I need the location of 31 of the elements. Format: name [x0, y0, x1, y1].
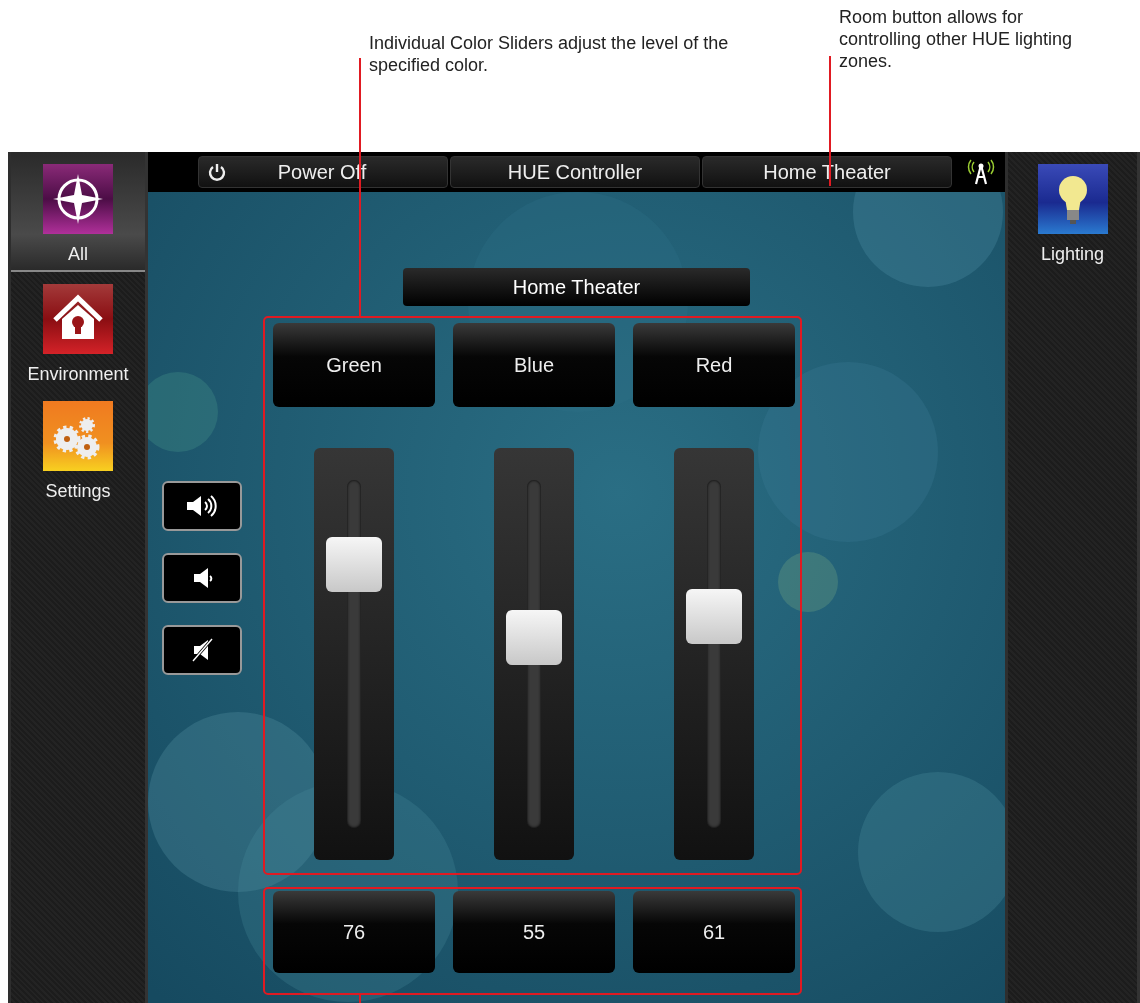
sidebar-item[interactable]: Environment [11, 272, 145, 389]
sidebar-label: Settings [45, 481, 111, 502]
house-icon [43, 284, 113, 354]
annotation-text: Individual Color Sliders adjust the level of the specified color. [369, 32, 730, 76]
value-display: 55 [453, 891, 615, 973]
slider-thumb[interactable] [506, 609, 562, 665]
light-bulb-icon [1037, 164, 1108, 234]
annotation-text: Room button allows for controlling other HUE lighting zones. [839, 6, 1074, 72]
color-button[interactable]: Green [273, 323, 435, 407]
volume-down-button[interactable] [162, 553, 242, 603]
color-button[interactable]: Red [633, 323, 795, 407]
speaker-loud-icon [185, 494, 219, 518]
volume-up-button[interactable] [162, 481, 242, 531]
app-title: HUE Controller [450, 156, 700, 188]
sidebar-item[interactable]: Settings [11, 389, 145, 506]
room-label: Home Theater [403, 268, 750, 306]
slider-thumb[interactable] [326, 536, 382, 592]
value-display: 61 [633, 891, 795, 973]
sidebar-label: Lighting [1040, 244, 1105, 265]
gears-icon [43, 401, 113, 471]
signal-tower-icon [966, 159, 996, 185]
sidebar-label: All [68, 244, 88, 265]
sidebar-item[interactable]: Lighting [1008, 152, 1137, 269]
power-icon [207, 162, 227, 182]
sidebar-item[interactable]: All [11, 152, 145, 272]
value-display: 76 [273, 891, 435, 973]
slider-thumb[interactable] [686, 588, 742, 644]
compass-icon [43, 164, 113, 234]
mute-button[interactable] [162, 625, 242, 675]
color-button[interactable]: Blue [453, 323, 615, 407]
sidebar-label: Environment [27, 364, 129, 385]
